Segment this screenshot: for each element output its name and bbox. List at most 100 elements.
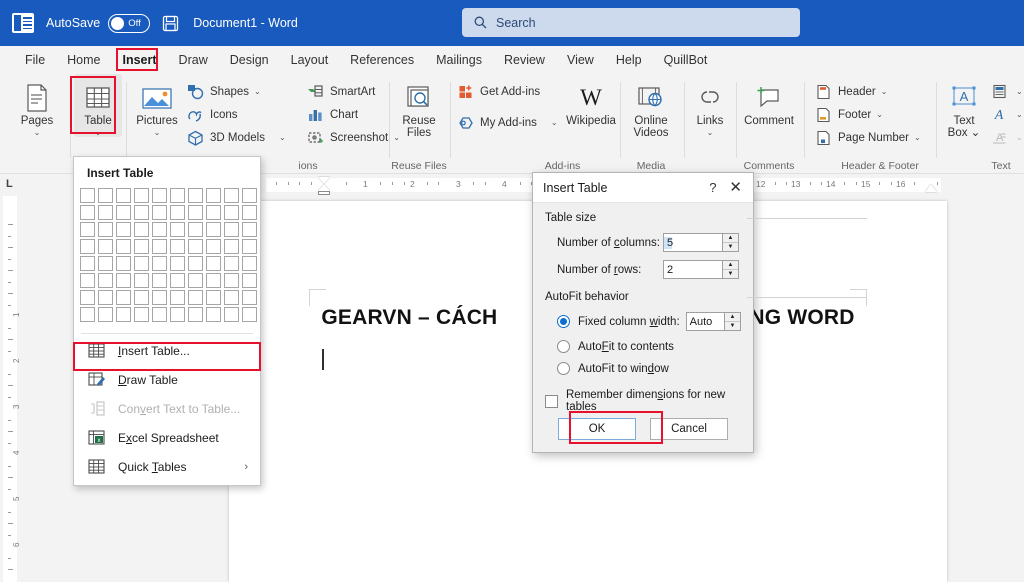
comment-button[interactable]: Comment [738, 74, 800, 128]
grid-cell[interactable] [242, 222, 257, 237]
grid-cell[interactable] [152, 307, 167, 322]
hanging-indent-marker[interactable] [318, 184, 330, 191]
tab-insert[interactable]: Insert [112, 50, 168, 70]
grid-cell[interactable] [80, 188, 95, 203]
save-icon[interactable] [162, 15, 179, 32]
grid-cell[interactable] [80, 273, 95, 288]
stepper-down-icon[interactable]: ▼ [723, 270, 738, 278]
grid-cell[interactable] [116, 307, 131, 322]
links-button[interactable]: Links ⌄ [686, 74, 734, 137]
first-line-indent-marker[interactable] [318, 177, 330, 184]
grid-cell[interactable] [80, 290, 95, 305]
menu-item-insert-table[interactable]: Insert Table... [74, 336, 260, 365]
grid-cell[interactable] [242, 290, 257, 305]
grid-cell[interactable] [188, 290, 203, 305]
grid-cell[interactable] [188, 239, 203, 254]
chevron-down-icon[interactable]: ⌄ [876, 110, 883, 119]
grid-cell[interactable] [116, 256, 131, 271]
grid-cell[interactable] [188, 256, 203, 271]
rows-stepper[interactable]: ▲ ▼ [722, 261, 738, 278]
header-button[interactable]: Header ⌄ [814, 80, 921, 103]
vertical-ruler[interactable]: 1234567 [0, 196, 21, 582]
grid-cell[interactable] [206, 205, 221, 220]
grid-cell[interactable] [134, 205, 149, 220]
grid-cell[interactable] [152, 188, 167, 203]
chart-button[interactable]: Chart [306, 103, 400, 126]
reuse-files-button[interactable]: Reuse Files [391, 74, 447, 139]
grid-cell[interactable] [188, 205, 203, 220]
grid-cell[interactable] [152, 222, 167, 237]
menu-item-excel-spreadsheet[interactable]: x Excel Spreadsheet [74, 423, 260, 452]
help-icon[interactable]: ? [699, 180, 726, 195]
columns-value[interactable]: 5 [664, 236, 673, 249]
fixed-width-value[interactable]: Auto [687, 316, 724, 328]
grid-cell[interactable] [170, 307, 185, 322]
rows-value[interactable]: 2 [664, 264, 722, 276]
grid-cell[interactable] [206, 222, 221, 237]
get-add-ins-button[interactable]: Get Add-ins [456, 80, 558, 103]
grid-cell[interactable] [224, 222, 239, 237]
grid-cell[interactable] [98, 239, 113, 254]
grid-cell[interactable] [170, 188, 185, 203]
grid-cell[interactable] [188, 273, 203, 288]
grid-cell[interactable] [224, 307, 239, 322]
grid-cell[interactable] [134, 256, 149, 271]
tab-review[interactable]: Review [493, 50, 556, 70]
stepper-down-icon[interactable]: ▼ [725, 322, 740, 330]
chevron-down-icon[interactable]: ⌄ [154, 129, 161, 137]
grid-cell[interactable] [134, 290, 149, 305]
grid-cell[interactable] [116, 188, 131, 203]
tab-design[interactable]: Design [219, 50, 280, 70]
tab-quillbot[interactable]: QuillBot [653, 50, 719, 70]
grid-cell[interactable] [170, 222, 185, 237]
grid-cell[interactable] [206, 239, 221, 254]
insert-table-dropdown[interactable]: Insert Table Insert Table... Draw Table … [73, 156, 261, 486]
checkbox-icon[interactable] [545, 394, 558, 408]
grid-cell[interactable] [188, 188, 203, 203]
grid-cell[interactable] [170, 290, 185, 305]
menu-item-draw-table[interactable]: Draw Table [74, 365, 260, 394]
grid-cell[interactable] [152, 273, 167, 288]
grid-cell[interactable] [242, 205, 257, 220]
stepper-up-icon[interactable]: ▲ [725, 313, 740, 322]
table-size-grid[interactable] [80, 188, 260, 324]
my-add-ins-button[interactable]: My Add-ins ⌄ [456, 111, 558, 134]
grid-cell[interactable] [170, 256, 185, 271]
grid-cell[interactable] [98, 256, 113, 271]
grid-cell[interactable] [242, 307, 257, 322]
cancel-button[interactable]: Cancel [650, 418, 728, 440]
stepper-up-icon[interactable]: ▲ [723, 234, 738, 243]
fixed-width-spinner[interactable]: Auto ▲ ▼ [685, 312, 741, 331]
grid-cell[interactable] [80, 256, 95, 271]
tab-mailings[interactable]: Mailings [425, 50, 493, 70]
grid-cell[interactable] [170, 273, 185, 288]
tab-view[interactable]: View [556, 50, 605, 70]
grid-cell[interactable] [224, 239, 239, 254]
chevron-down-icon[interactable]: ⌄ [881, 87, 888, 96]
columns-spinner[interactable]: 5 ▲ ▼ [663, 233, 739, 252]
grid-cell[interactable] [152, 256, 167, 271]
grid-cell[interactable] [206, 290, 221, 305]
grid-cell[interactable] [224, 290, 239, 305]
autosave-toggle[interactable]: Off [108, 13, 151, 33]
menu-item-quick-tables[interactable]: Quick Tables › [74, 452, 260, 481]
grid-cell[interactable] [242, 256, 257, 271]
grid-cell[interactable] [98, 205, 113, 220]
rows-spinner[interactable]: 2 ▲ ▼ [663, 260, 739, 279]
grid-cell[interactable] [224, 188, 239, 203]
grid-cell[interactable] [116, 205, 131, 220]
grid-cell[interactable] [152, 205, 167, 220]
stepper-down-icon[interactable]: ▼ [723, 243, 738, 251]
pictures-button[interactable]: Pictures ⌄ [130, 74, 184, 137]
3d-models-button[interactable]: 3D Models ⌄ [186, 126, 286, 149]
chevron-down-icon[interactable]: ⌄ [254, 87, 261, 96]
pages-button[interactable]: Pages ⌄ [8, 74, 66, 137]
grid-cell[interactable] [80, 205, 95, 220]
screenshot-button[interactable]: Screenshot ⌄ [306, 126, 400, 149]
chevron-down-icon[interactable]: ⌄ [551, 118, 558, 127]
grid-cell[interactable] [206, 256, 221, 271]
grid-cell[interactable] [242, 239, 257, 254]
search-input[interactable]: Search [462, 8, 800, 37]
grid-cell[interactable] [206, 307, 221, 322]
fixed-width-stepper[interactable]: ▲ ▼ [724, 313, 740, 330]
